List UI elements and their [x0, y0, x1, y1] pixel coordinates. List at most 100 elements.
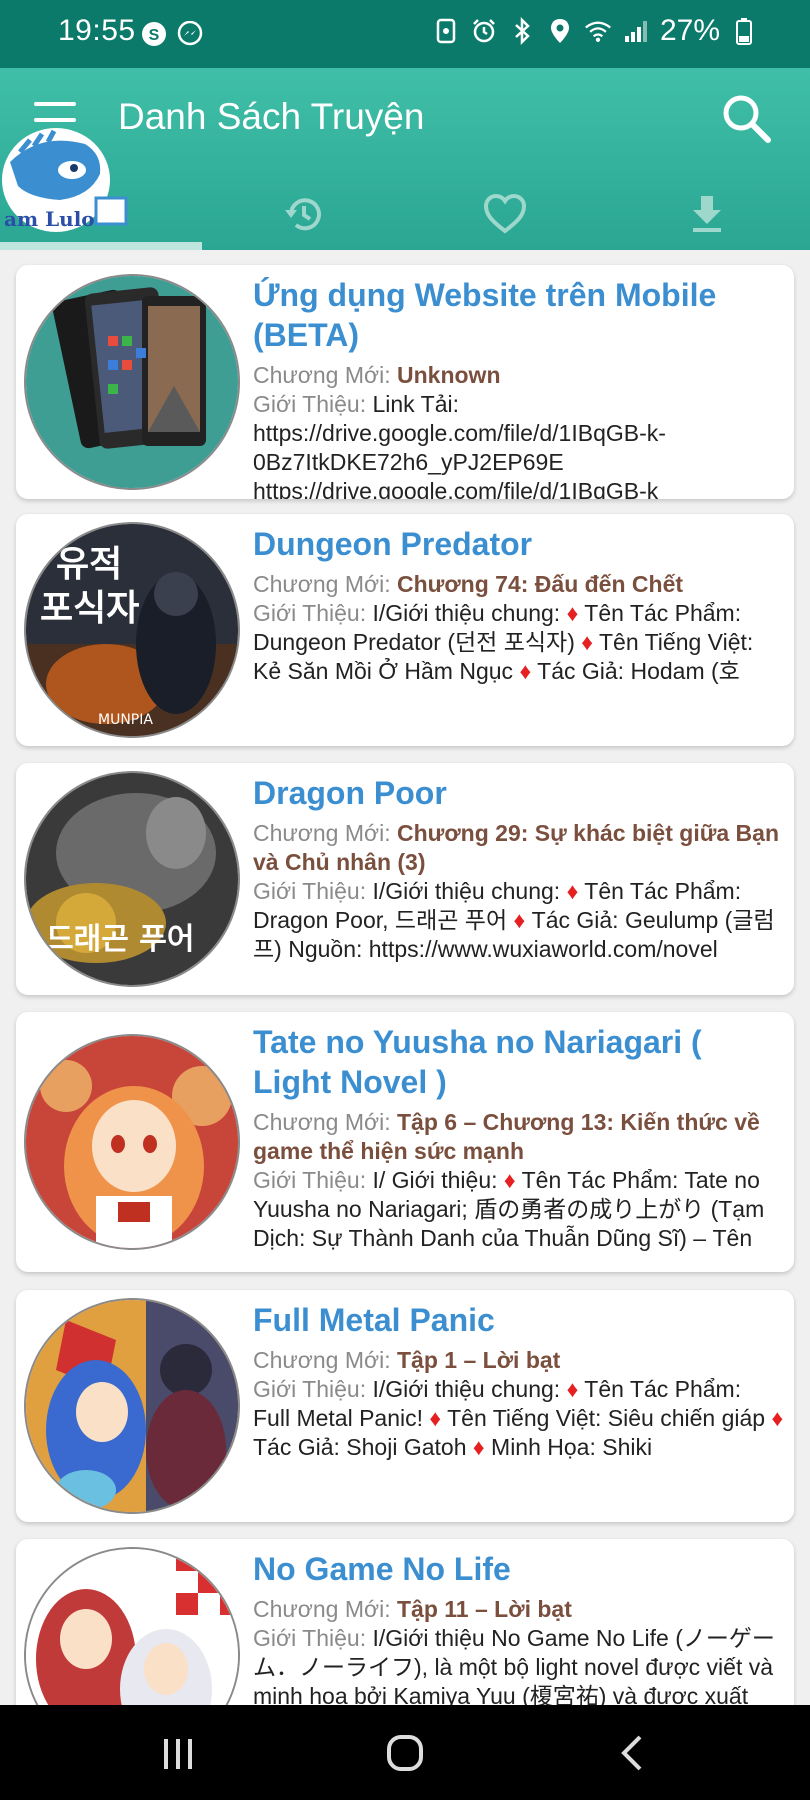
story-cover: 유적 포식자 MUNPIA [24, 522, 240, 738]
story-card[interactable]: Tate no Yuusha no Nariagari ( Light Nove… [16, 1012, 794, 1272]
messenger-icon [176, 20, 204, 48]
diamond-bullet-icon: ♦ [503, 1167, 516, 1193]
location-icon [546, 17, 574, 45]
intro-text: Giới Thiệu: Link Tải: https://drive.goog… [253, 390, 784, 499]
story-title[interactable]: No Game No Life [253, 1549, 784, 1589]
skype-icon: S [140, 20, 168, 48]
svg-text:드래곤 푸어: 드래곤 푸어 [46, 922, 194, 957]
story-list[interactable]: Ứng dụng Website trên Mobile (BETA) Chươ… [0, 250, 810, 1705]
latest-label: Chương Mới: [253, 571, 397, 597]
status-bar: 19:55 S 27% [0, 0, 810, 68]
search-icon [723, 95, 771, 143]
intro-text: Giới Thiệu: I/Giới thiệu No Game No Life… [253, 1624, 784, 1705]
intro-text: Giới Thiệu: I/ Giới thiệu: ♦ Tên Tác Phẩ… [253, 1166, 784, 1253]
home-circle-icon [387, 1735, 423, 1771]
latest-label: Chương Mới: [253, 1596, 397, 1622]
latest-label: Chương Mới: [253, 1347, 397, 1373]
download-icon [693, 196, 721, 232]
history-icon [285, 198, 321, 231]
story-cover [24, 1547, 240, 1705]
intro-label: Giới Thiệu: [253, 1376, 373, 1402]
latest-chapter: Chương Mới: Chương 74: Đấu đến Chết [253, 570, 784, 599]
svg-text:S: S [149, 27, 160, 44]
story-info: No Game No Life Chương Mới: Tập 11 – Lời… [253, 1549, 784, 1705]
intro-label: Giới Thiệu: [253, 391, 373, 417]
story-title[interactable]: Dragon Poor [253, 773, 784, 813]
story-cover [24, 1034, 240, 1250]
intro-label: Giới Thiệu: [253, 1625, 373, 1651]
story-info: Dragon Poor Chương Mới: Chương 29: Sự kh… [253, 773, 784, 964]
system-nav-bar [0, 1705, 810, 1800]
battery-percent: 27% [659, 14, 720, 47]
diamond-bullet-icon: ♦ [513, 907, 526, 933]
signal-icon [622, 17, 650, 45]
latest-chapter-value: Chương 74: Đấu đến Chết [397, 571, 684, 597]
status-left-icons: S [140, 20, 204, 48]
recents-icon [164, 1739, 192, 1769]
story-title[interactable]: Full Metal Panic [253, 1300, 784, 1340]
diamond-bullet-icon: ♦ [566, 1376, 579, 1402]
intro-label: Giới Thiệu: [253, 878, 373, 904]
story-cover [24, 1298, 240, 1514]
latest-chapter-value: Unknown [397, 362, 501, 388]
latest-chapter: Chương Mới: Unknown [253, 361, 784, 390]
story-cover: 드래곤 푸어 [24, 771, 240, 987]
story-info: Tate no Yuusha no Nariagari ( Light Nove… [253, 1022, 784, 1253]
diamond-bullet-icon: ♦ [472, 1434, 485, 1460]
vibrate-icon [432, 17, 460, 45]
diamond-bullet-icon: ♦ [566, 600, 579, 626]
status-time: 19:55 [58, 14, 136, 47]
story-card[interactable]: Full Metal Panic Chương Mới: Tập 1 – Lời… [16, 1290, 794, 1522]
intro-label: Giới Thiệu: [253, 1167, 373, 1193]
latest-chapter: Chương Mới: Tập 11 – Lời bạt [253, 1595, 784, 1624]
tab-download[interactable] [606, 178, 808, 250]
story-card[interactable]: Ứng dụng Website trên Mobile (BETA) Chươ… [16, 265, 794, 499]
battery-icon [730, 17, 758, 45]
story-card[interactable]: 유적 포식자 MUNPIA Dungeon Predator Chương Mớ… [16, 514, 794, 746]
logo-text: am Lulo [4, 207, 95, 231]
intro-label: Giới Thiệu: [253, 600, 373, 626]
status-right-icons: 27% [432, 14, 758, 48]
story-info: Full Metal Panic Chương Mới: Tập 1 – Lời… [253, 1300, 784, 1462]
latest-chapter: Chương Mới: Chương 29: Sự khác biệt giữa… [253, 819, 784, 877]
svg-text:유적: 유적 [56, 544, 122, 585]
latest-label: Chương Mới: [253, 1109, 397, 1135]
intro-text: Giới Thiệu: I/Giới thiệu chung: ♦ Tên Tá… [253, 877, 784, 964]
latest-chapter: Chương Mới: Tập 6 – Chương 13: Kiến thức… [253, 1108, 784, 1166]
story-card[interactable]: No Game No Life Chương Mới: Tập 11 – Lời… [16, 1539, 794, 1705]
story-info: Ứng dụng Website trên Mobile (BETA) Chươ… [253, 275, 784, 499]
diamond-bullet-icon: ♦ [581, 629, 594, 655]
story-card[interactable]: 드래곤 푸어 Dragon Poor Chương Mới: Chương 29… [16, 763, 794, 995]
home-button[interactable] [375, 1729, 435, 1777]
back-button[interactable] [604, 1729, 664, 1777]
favorite-icon [483, 193, 527, 234]
story-info: Dungeon Predator Chương Mới: Chương 74: … [253, 524, 784, 686]
latest-chapter-value: Tập 11 – Lời bạt [397, 1596, 572, 1622]
back-icon [621, 1735, 642, 1771]
app-logo: am Lulo [0, 122, 130, 242]
recents-button[interactable] [148, 1729, 208, 1777]
app-bar: Danh Sách Truyện am Lulo [0, 68, 810, 250]
latest-label: Chương Mới: [253, 820, 397, 846]
svg-text:포식자: 포식자 [40, 588, 139, 629]
menu-icon-line [34, 102, 76, 106]
bluetooth-icon [508, 17, 536, 45]
story-cover [24, 274, 240, 490]
tab-history[interactable] [202, 178, 404, 250]
search-button[interactable] [718, 90, 774, 146]
diamond-bullet-icon: ♦ [429, 1405, 442, 1431]
diamond-bullet-icon: ♦ [771, 1405, 784, 1431]
intro-text: Giới Thiệu: I/Giới thiệu chung: ♦ Tên Tá… [253, 1375, 784, 1462]
diamond-bullet-icon: ♦ [566, 878, 579, 904]
story-title[interactable]: Ứng dụng Website trên Mobile (BETA) [253, 275, 784, 355]
tab-favorite[interactable] [404, 178, 606, 250]
latest-label: Chương Mới: [253, 362, 397, 388]
page-title: Danh Sách Truyện [118, 96, 425, 137]
svg-text:MUNPIA: MUNPIA [98, 712, 153, 728]
tab-indicator [0, 242, 202, 250]
story-title[interactable]: Dungeon Predator [253, 524, 784, 564]
wifi-icon [584, 17, 612, 45]
alarm-icon [470, 17, 498, 45]
story-title[interactable]: Tate no Yuusha no Nariagari ( Light Nove… [253, 1022, 784, 1102]
diamond-bullet-icon: ♦ [519, 658, 532, 684]
